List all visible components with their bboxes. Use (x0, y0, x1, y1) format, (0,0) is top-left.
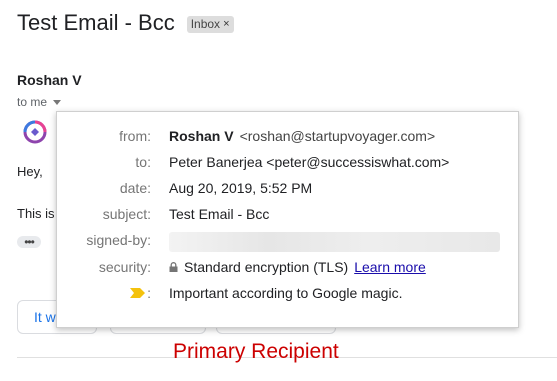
annotation-label: Primary Recipient (173, 340, 339, 363)
inbox-label-text: Inbox (190, 16, 221, 31)
importance-row: : Important according to Google magic. (57, 285, 518, 305)
show-trimmed-content-button[interactable]: ••• (17, 236, 41, 248)
from-row: from: Roshan V <roshan@startupvoyager.co… (57, 128, 518, 148)
body-text: This is (17, 206, 55, 221)
importance-value: Important according to Google magic. (169, 285, 403, 301)
email-subject: Test Email - Bcc (17, 10, 175, 35)
subject-row-detail: subject: Test Email - Bcc (57, 206, 518, 226)
recipient-summary[interactable]: to me (17, 95, 62, 109)
security-label: security: (98, 259, 151, 275)
security-row: security: Standard encryption (TLS) Lear… (57, 259, 518, 279)
from-email: <roshan@startupvoyager.com> (239, 128, 436, 144)
security-value: Standard encryption (TLS) Learn more (169, 259, 426, 275)
subject-label: subject: (102, 206, 151, 222)
signed-by-row: signed-by: (57, 232, 518, 252)
signed-by-value (169, 232, 500, 252)
subject-row: Test Email - Bcc Inbox × (17, 10, 234, 36)
from-name[interactable]: Roshan V (169, 128, 234, 144)
sender-name[interactable]: Roshan V (17, 72, 82, 88)
importance-marker-icon (130, 288, 146, 298)
remove-label-icon[interactable]: × (223, 18, 229, 30)
inbox-label-chip[interactable]: Inbox × (186, 15, 234, 33)
message-details-popup: from: Roshan V <roshan@startupvoyager.co… (56, 111, 519, 328)
date-value: Aug 20, 2019, 5:52 PM (169, 180, 313, 196)
from-label: from: (119, 128, 151, 144)
smart-reply-text: It w (34, 309, 56, 325)
signed-by-label: signed-by: (86, 232, 151, 248)
to-row: to: Peter Banerjea <peter@successiswhat.… (57, 154, 518, 174)
importance-colon: : (147, 285, 151, 301)
to-value: Peter Banerjea <peter@successiswhat.com> (169, 154, 450, 170)
from-value: Roshan V <roshan@startupvoyager.com> (169, 128, 435, 144)
dropdown-arrow-icon[interactable] (53, 99, 62, 105)
lock-icon (169, 262, 178, 272)
to-me-text: to me (17, 95, 48, 109)
greeting-text: Hey, (17, 164, 43, 179)
to-label: to: (135, 154, 151, 170)
redacted-signed-by (169, 232, 500, 252)
subject-value: Test Email - Bcc (169, 206, 270, 222)
date-label: date: (119, 180, 151, 196)
importance-label: : (130, 285, 151, 301)
avatar-icon[interactable] (23, 120, 47, 144)
date-row: date: Aug 20, 2019, 5:52 PM (57, 180, 518, 200)
learn-more-link[interactable]: Learn more (354, 259, 426, 275)
security-text: Standard encryption (TLS) (184, 259, 349, 275)
